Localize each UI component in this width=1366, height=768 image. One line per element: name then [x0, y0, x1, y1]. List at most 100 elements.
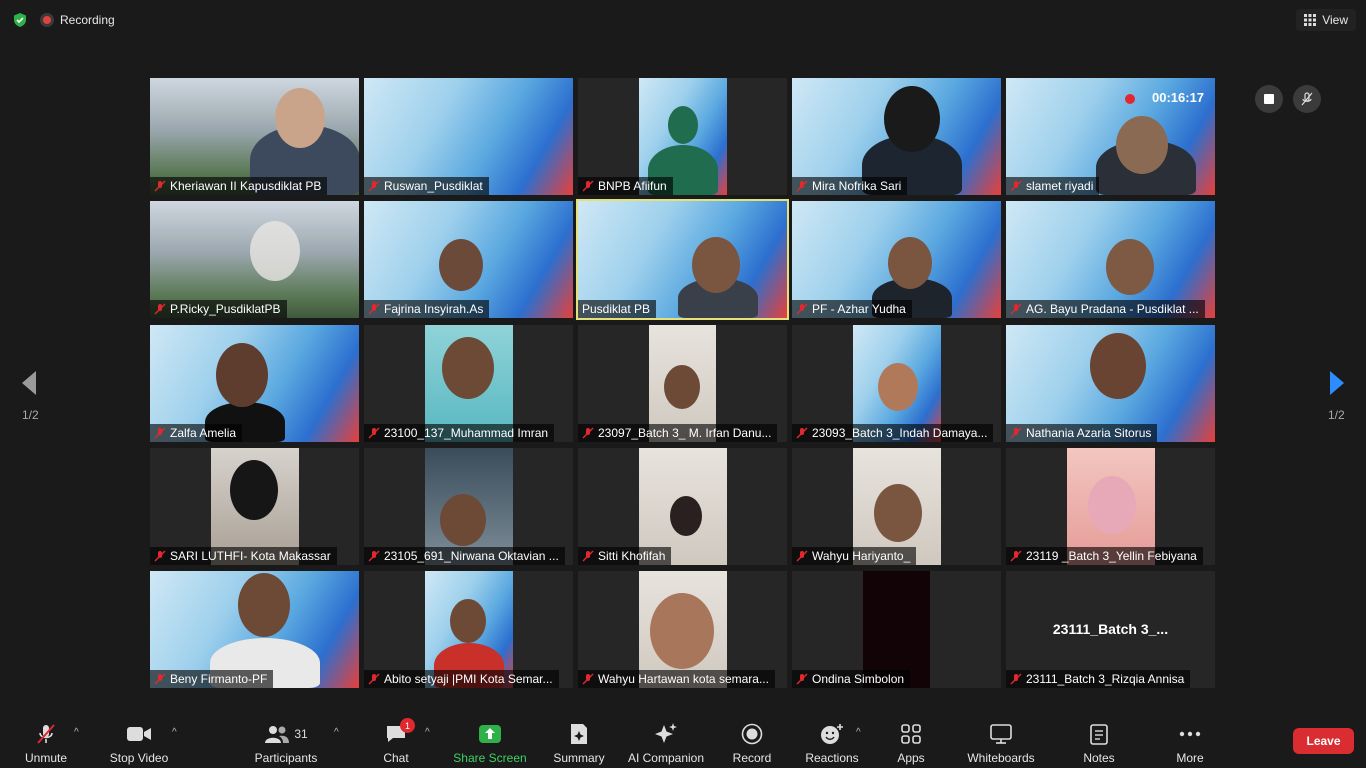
- participant-tile[interactable]: Wahyu Hariyanto_: [792, 448, 1001, 565]
- sparkle-icon: [653, 721, 679, 747]
- participant-tile[interactable]: 23100_137_Muhammad Imran: [364, 325, 573, 442]
- muted-mic-icon: [33, 721, 59, 747]
- participant-tile[interactable]: Nathania Azaria Sitorus: [1006, 325, 1215, 442]
- page-indicator-right: 1/2: [1328, 408, 1345, 422]
- participant-tile[interactable]: BNPB Afiifun: [578, 78, 787, 195]
- muted-mic-icon: [582, 550, 594, 562]
- participant-tile[interactable]: Kheriawan II Kapusdiklat PB: [150, 78, 359, 195]
- leave-button[interactable]: Leave: [1293, 728, 1354, 754]
- stop-video-button[interactable]: Stop Video: [108, 717, 170, 765]
- share-screen-icon: [477, 721, 503, 747]
- muted-mic-icon: [796, 550, 808, 562]
- participant-tile[interactable]: 23093_Batch 3_Indah Damaya...: [792, 325, 1001, 442]
- participant-tile[interactable]: 23105_691_Nirwana Oktavian ...: [364, 448, 573, 565]
- participant-tile[interactable]: P.Ricky_PusdiklatPB: [150, 201, 359, 318]
- participant-name-label: AG. Bayu Pradana - Pusdiklat ...: [1006, 300, 1205, 318]
- participant-tile-no-video[interactable]: 23111_Batch 3_... 23111_Batch 3_Rizqia A…: [1006, 571, 1215, 688]
- previous-page-button[interactable]: [14, 368, 44, 398]
- recording-indicator[interactable]: Recording: [40, 10, 115, 30]
- participant-tile[interactable]: PF - Azhar Yudha: [792, 201, 1001, 318]
- recording-dot-icon: [40, 13, 54, 27]
- recording-dot-icon: [1125, 94, 1135, 104]
- participant-tile[interactable]: Zalfa Amelia: [150, 325, 359, 442]
- participant-name-label: Mira Nofrika Sari: [792, 177, 908, 195]
- participant-tile[interactable]: SARI LUTHFI- Kota Makassar: [150, 448, 359, 565]
- notes-icon: [1086, 721, 1112, 747]
- participants-count: 31: [294, 727, 308, 741]
- apps-button[interactable]: Apps: [894, 717, 928, 765]
- muted-mic-icon: [368, 427, 380, 439]
- participant-tile[interactable]: 23119 _Batch 3_Yellin Febiyana: [1006, 448, 1215, 565]
- participant-tile[interactable]: Ruswan_Pusdiklat: [364, 78, 573, 195]
- participant-name-label: Wahyu Hariyanto_: [792, 547, 917, 565]
- whiteboard-icon: [988, 721, 1014, 747]
- mute-recording-button[interactable]: [1293, 85, 1321, 113]
- muted-mic-icon: [368, 303, 380, 315]
- participant-name-label: Zalfa Amelia: [150, 424, 243, 442]
- muted-mic-icon: [154, 550, 166, 562]
- muted-mic-icon: [1010, 550, 1022, 562]
- muted-mic-icon: [1010, 303, 1022, 315]
- participant-tile[interactable]: Fajrina Insyirah.As: [364, 201, 573, 318]
- participant-tile[interactable]: Abito setyaji |PMI Kota Semar...: [364, 571, 573, 688]
- unmute-button[interactable]: Unmute: [22, 717, 70, 765]
- muted-mic-icon: [796, 673, 808, 685]
- security-shield-icon[interactable]: [12, 12, 28, 28]
- participant-tile[interactable]: Mira Nofrika Sari: [792, 78, 1001, 195]
- participant-name-label: Nathania Azaria Sitorus: [1006, 424, 1158, 442]
- participant-tile[interactable]: Ondina Simbolon: [792, 571, 1001, 688]
- view-label: View: [1322, 13, 1348, 27]
- participant-name-label: Abito setyaji |PMI Kota Semar...: [364, 670, 559, 688]
- recording-timer: 00:16:17: [1152, 90, 1205, 105]
- view-button[interactable]: View: [1296, 9, 1356, 31]
- audio-options-caret[interactable]: ^: [74, 727, 79, 738]
- participant-tile[interactable]: Beny Firmanto-PF: [150, 571, 359, 688]
- record-button[interactable]: Record: [730, 717, 774, 765]
- participant-tile[interactable]: AG. Bayu Pradana - Pusdiklat ...: [1006, 201, 1215, 318]
- muted-mic-icon: [582, 673, 594, 685]
- reactions-button[interactable]: Reactions: [804, 717, 860, 765]
- participant-name-label: Pusdiklat PB: [578, 300, 657, 318]
- summary-button[interactable]: Summary: [550, 717, 608, 765]
- participants-icon: 31: [256, 721, 316, 747]
- participant-tile[interactable]: 23097_Batch 3_ M. Irfan Danu...: [578, 325, 787, 442]
- participant-name-label: 23097_Batch 3_ M. Irfan Danu...: [578, 424, 778, 442]
- share-screen-button[interactable]: Share Screen: [452, 717, 528, 765]
- next-page-button[interactable]: [1322, 368, 1352, 398]
- participant-tile[interactable]: Sitti Khofifah: [578, 448, 787, 565]
- whiteboards-button[interactable]: Whiteboards: [962, 717, 1040, 765]
- muted-mic-icon: [796, 180, 808, 192]
- more-button[interactable]: More: [1170, 717, 1210, 765]
- smiley-icon: [819, 721, 845, 747]
- ai-companion-button[interactable]: AI Companion: [626, 717, 706, 765]
- page-indicator-left: 1/2: [22, 408, 39, 422]
- arrow-left-icon: [22, 371, 36, 395]
- muted-mic-icon: [1010, 673, 1022, 685]
- participants-button[interactable]: 31 Participants: [252, 717, 320, 765]
- participant-tile[interactable]: Wahyu Hartawan kota semara...: [578, 571, 787, 688]
- participants-options-caret[interactable]: ^: [334, 727, 339, 738]
- grid-view-icon: [1304, 14, 1317, 26]
- participant-name-label: 23093_Batch 3_Indah Damaya...: [792, 424, 994, 442]
- reactions-options-caret[interactable]: ^: [856, 727, 861, 738]
- participant-name-label: 23100_137_Muhammad Imran: [364, 424, 555, 442]
- participant-name-label: Beny Firmanto-PF: [150, 670, 274, 688]
- active-speaker-tile[interactable]: Pusdiklat PB: [576, 199, 789, 320]
- meeting-toolbar: Unmute ^ Stop Video ^ 31 Participants ^ …: [0, 713, 1366, 768]
- apps-icon: [898, 721, 924, 747]
- muted-mic-icon: [368, 550, 380, 562]
- notes-button[interactable]: Notes: [1078, 717, 1120, 765]
- video-options-caret[interactable]: ^: [172, 727, 177, 738]
- record-icon: [739, 721, 765, 747]
- stop-recording-button[interactable]: [1255, 85, 1283, 113]
- participant-name-label: SARI LUTHFI- Kota Makassar: [150, 547, 337, 565]
- recording-label: Recording: [60, 13, 115, 27]
- participant-name-label: Sitti Khofifah: [578, 547, 672, 565]
- video-gallery: Kheriawan II Kapusdiklat PB Ruswan_Pusdi…: [150, 78, 1216, 689]
- participant-name-label: P.Ricky_PusdiklatPB: [150, 300, 287, 318]
- chat-options-caret[interactable]: ^: [425, 727, 430, 738]
- video-camera-icon: [126, 721, 152, 747]
- chat-button[interactable]: 1 Chat: [378, 717, 415, 765]
- participant-name-label: PF - Azhar Yudha: [792, 300, 912, 318]
- top-bar: Recording View: [0, 0, 1366, 40]
